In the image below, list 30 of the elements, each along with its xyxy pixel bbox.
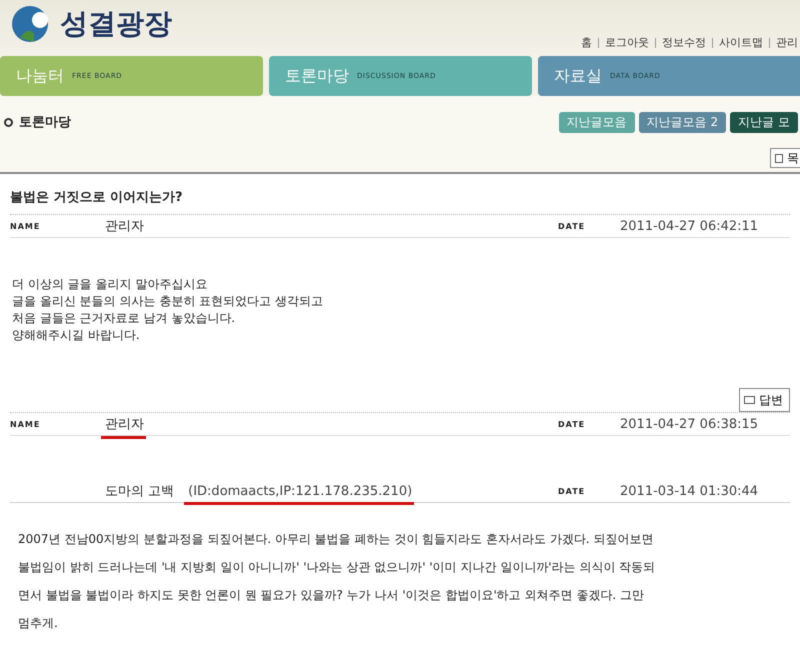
date-label: DATE	[558, 486, 586, 496]
top-nav-link[interactable]: 홈	[581, 35, 592, 50]
author-name: 관리자	[105, 417, 144, 432]
top-nav-link[interactable]: 사이트맵	[719, 35, 763, 50]
body-line: 처음 글들은 근거자료로 남겨 놓았습니다.	[12, 310, 236, 327]
author-name: 도마의 고백	[105, 484, 174, 499]
post-date: 2011-03-14 01:30:44	[620, 484, 760, 498]
body-line: 더 이상의 글을 올리지 말아주십시요	[12, 276, 208, 293]
section-title: 토론마당	[19, 114, 71, 131]
list-button[interactable]: 목	[770, 148, 800, 168]
name-label: NAME	[10, 420, 42, 428]
bullet-icon	[4, 118, 13, 126]
date-label: DATE	[558, 420, 586, 428]
post-date: 2011-04-27 06:38:15	[620, 416, 760, 432]
author-info: (ID:domaacts,IP:121.178.235.210)	[188, 484, 412, 498]
body-line: 글을 올리신 분들의 의사는 충분히 표현되었다고 생각되고	[12, 293, 324, 310]
top-nav-link[interactable]: 로그아웃	[605, 35, 649, 50]
author-name: 관리자	[105, 218, 144, 235]
reply-button[interactable]: 답변	[739, 388, 790, 412]
date-label: DATE	[558, 222, 586, 230]
quoted-paragraph: 2007년 전남00지방의 분할과정을 되짚어본다. 아무리 불법을 폐하는 것이 힘들지라도 혼자서라도 가겠다. 되짚어보면 불법임이 밝히 드러나는데 '내 지방회 일이 아니니까' '나와는 상관 없으니까' '이미 지나간 일이니까'라는 의식이 작동되면서 불법을 불법이라 하지도 못한 언론이 뭔 필요가 있을까? 누가 나서 '이것은 합법이요'하고 외쳐주면 좋겠다. 그만 멈추게.	[18, 531, 656, 632]
top-nav-link[interactable]: 관리	[776, 35, 798, 50]
body-line: 양해해주시길 바랍니다.	[12, 327, 141, 344]
archive-button[interactable]: 지난글모음 2	[638, 112, 726, 132]
site-logo[interactable]: 성결광장	[60, 5, 172, 43]
name-label: NAME	[10, 222, 42, 230]
top-nav-link[interactable]: 정보수정	[662, 35, 706, 50]
post-date: 2011-04-27 06:42:11	[620, 218, 760, 234]
post-title: 불법은 거짓으로 이어지는가?	[10, 189, 184, 206]
archive-button[interactable]: 지난글 모	[730, 112, 798, 132]
